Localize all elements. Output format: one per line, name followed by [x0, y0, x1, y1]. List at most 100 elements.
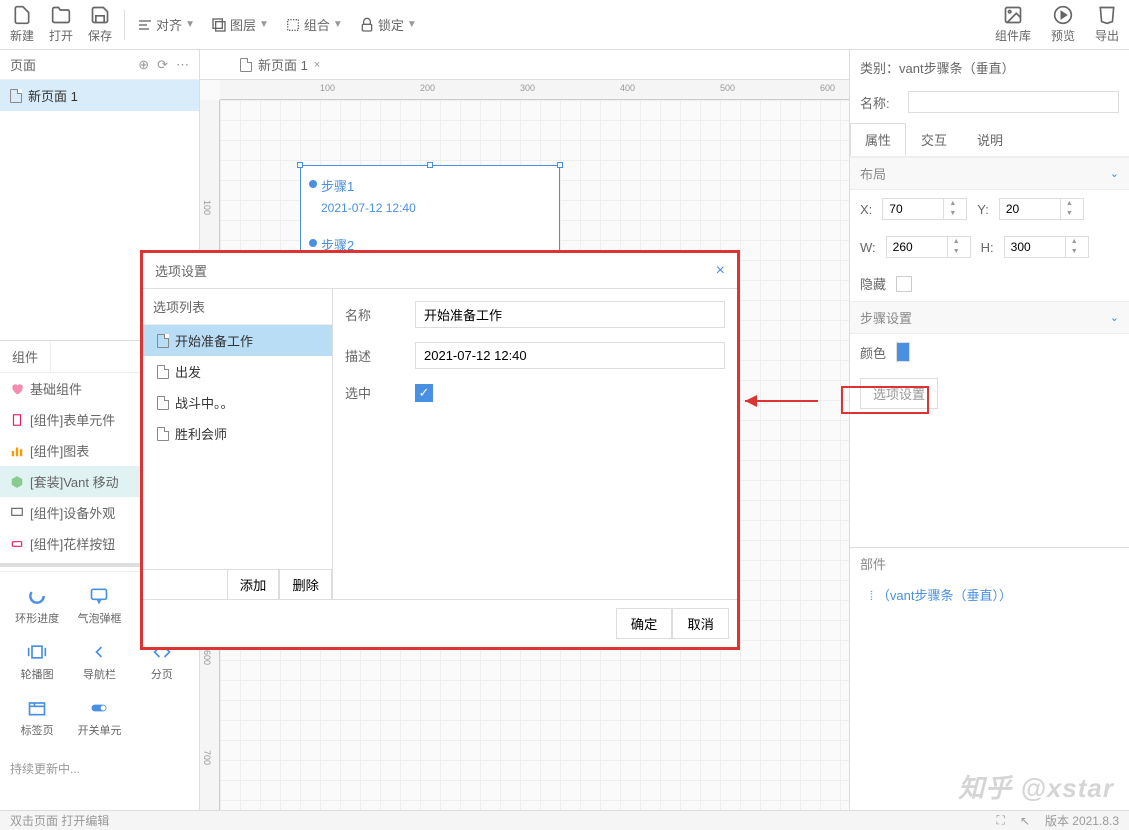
preview-button[interactable]: 预览	[1051, 5, 1075, 44]
widget-nav[interactable]: 导航栏	[70, 636, 128, 688]
up-arrow-icon[interactable]: ▲	[948, 237, 965, 247]
chevron-down-icon: ▼	[407, 19, 417, 30]
outline-header: 部件	[860, 554, 886, 573]
outline-item[interactable]: ⦙（vant步骤条（垂直））	[850, 579, 1129, 610]
chevron-icon: ⌄	[1110, 311, 1119, 324]
widget-bubble[interactable]: 气泡弹框	[70, 580, 128, 632]
w-label: W:	[860, 240, 876, 255]
file-icon	[157, 365, 169, 379]
y-input[interactable]	[1000, 199, 1060, 219]
hide-checkbox[interactable]	[896, 276, 912, 292]
cube-icon	[10, 475, 24, 489]
step-dot-icon	[309, 239, 317, 247]
w-input[interactable]	[887, 237, 947, 257]
main-toolbar: 新建 打开 保存 对齐▼ 图层▼ 组合▼ 锁定▼ 组件库 预览 导出	[0, 0, 1129, 50]
delete-button[interactable]: 删除	[279, 570, 332, 599]
components-tab[interactable]: 组件	[0, 341, 51, 372]
name-input[interactable]	[415, 301, 725, 328]
tab-props[interactable]: 属性	[850, 123, 906, 156]
ok-button[interactable]: 确定	[616, 608, 673, 639]
switch-icon	[89, 698, 109, 718]
name-label: 名称	[345, 305, 415, 324]
options-dialog: 选项设置 × 选项列表 开始准备工作 出发 战斗中。。 胜利会师 添加 删除 名称…	[140, 250, 740, 650]
clipboard-icon	[10, 413, 24, 427]
add-page-icon[interactable]: ⊕	[138, 57, 149, 73]
file-icon	[157, 334, 169, 348]
layer-dropdown[interactable]: 图层▼	[211, 15, 269, 34]
step-dot-icon	[309, 180, 317, 188]
chevron-down-icon: ▼	[259, 19, 269, 30]
close-tab-icon[interactable]: ×	[314, 59, 320, 71]
chart-icon	[10, 444, 24, 458]
hide-label: 隐藏	[860, 274, 886, 293]
status-text: 双击页面 打开编辑	[10, 812, 109, 829]
list-item[interactable]: 战斗中。。	[143, 387, 332, 418]
tab-notes[interactable]: 说明	[962, 123, 1018, 156]
file-icon	[157, 427, 169, 441]
add-button[interactable]: 添加	[227, 570, 280, 599]
up-arrow-icon[interactable]: ▲	[944, 199, 961, 209]
annotation-arrow	[745, 395, 830, 407]
y-label: Y:	[977, 202, 989, 217]
tab-interact[interactable]: 交互	[906, 123, 962, 156]
ring-icon	[27, 586, 47, 606]
lock-dropdown[interactable]: 锁定▼	[359, 15, 417, 34]
selected-checkbox[interactable]	[415, 384, 433, 402]
x-label: X:	[860, 202, 872, 217]
category-label: 类别：	[860, 61, 899, 76]
widget-tabs[interactable]: 标签页	[8, 692, 66, 744]
desc-label: 描述	[345, 346, 415, 365]
align-dropdown[interactable]: 对齐▼	[137, 15, 195, 34]
pages-header: 页面 ⊕ ⟳ ⋯	[0, 50, 199, 80]
x-input[interactable]	[883, 199, 943, 219]
more-icon[interactable]: ⋯	[176, 57, 189, 73]
library-button[interactable]: 组件库	[995, 5, 1031, 44]
page-item[interactable]: 新页面 1	[0, 80, 199, 111]
group-dropdown[interactable]: 组合▼	[285, 15, 343, 34]
list-header: 选项列表	[143, 289, 332, 325]
update-text: 持续更新中...	[0, 752, 199, 785]
list-item[interactable]: 胜利会师	[143, 418, 332, 449]
tabs-icon	[27, 698, 47, 718]
widget-switch[interactable]: 开关单元	[70, 692, 128, 744]
desc-input[interactable]	[415, 342, 725, 369]
dialog-title: 选项设置	[155, 261, 207, 280]
widget-carousel[interactable]: 轮播图	[8, 636, 66, 688]
square-icon	[10, 537, 24, 551]
back-icon	[89, 642, 109, 662]
down-arrow-icon[interactable]: ▼	[944, 209, 961, 219]
category-value: vant步骤条（垂直）	[899, 61, 1015, 76]
bubble-icon	[89, 586, 109, 606]
open-button[interactable]: 打开	[49, 5, 73, 44]
h-input[interactable]	[1005, 237, 1065, 257]
step-section[interactable]: 步骤设置⌄	[850, 301, 1129, 334]
options-button[interactable]: 选项设置	[860, 378, 938, 409]
close-dialog-icon[interactable]: ×	[716, 262, 725, 280]
layout-section[interactable]: 布局⌄	[850, 157, 1129, 190]
fit-icon[interactable]: ⛶	[996, 813, 1004, 828]
export-button[interactable]: 导出	[1095, 5, 1119, 44]
cursor-icon[interactable]: ↖	[1020, 814, 1030, 828]
down-arrow-icon[interactable]: ▼	[1061, 209, 1078, 219]
canvas-tab[interactable]: 新页面 1×	[230, 51, 330, 78]
up-arrow-icon[interactable]: ▲	[1061, 199, 1078, 209]
chevron-down-icon: ▼	[333, 19, 343, 30]
align-icon	[137, 17, 153, 33]
down-arrow-icon[interactable]: ▼	[1066, 247, 1083, 257]
name-input[interactable]	[908, 91, 1119, 113]
ruler-horizontal: 100200300400500600700800	[220, 80, 849, 100]
color-swatch[interactable]	[896, 342, 910, 362]
widget-ring[interactable]: 环形进度	[8, 580, 66, 632]
list-item[interactable]: 开始准备工作	[143, 325, 332, 356]
file-icon	[10, 89, 22, 103]
up-arrow-icon[interactable]: ▲	[1066, 237, 1083, 247]
save-button[interactable]: 保存	[88, 5, 112, 44]
chevron-down-icon: ▼	[185, 19, 195, 30]
down-arrow-icon[interactable]: ▼	[948, 247, 965, 257]
monitor-icon	[10, 506, 24, 520]
refresh-icon[interactable]: ⟳	[157, 57, 168, 73]
cancel-button[interactable]: 取消	[672, 608, 729, 639]
list-item[interactable]: 出发	[143, 356, 332, 387]
layer-icon	[211, 17, 227, 33]
new-button[interactable]: 新建	[10, 5, 34, 44]
